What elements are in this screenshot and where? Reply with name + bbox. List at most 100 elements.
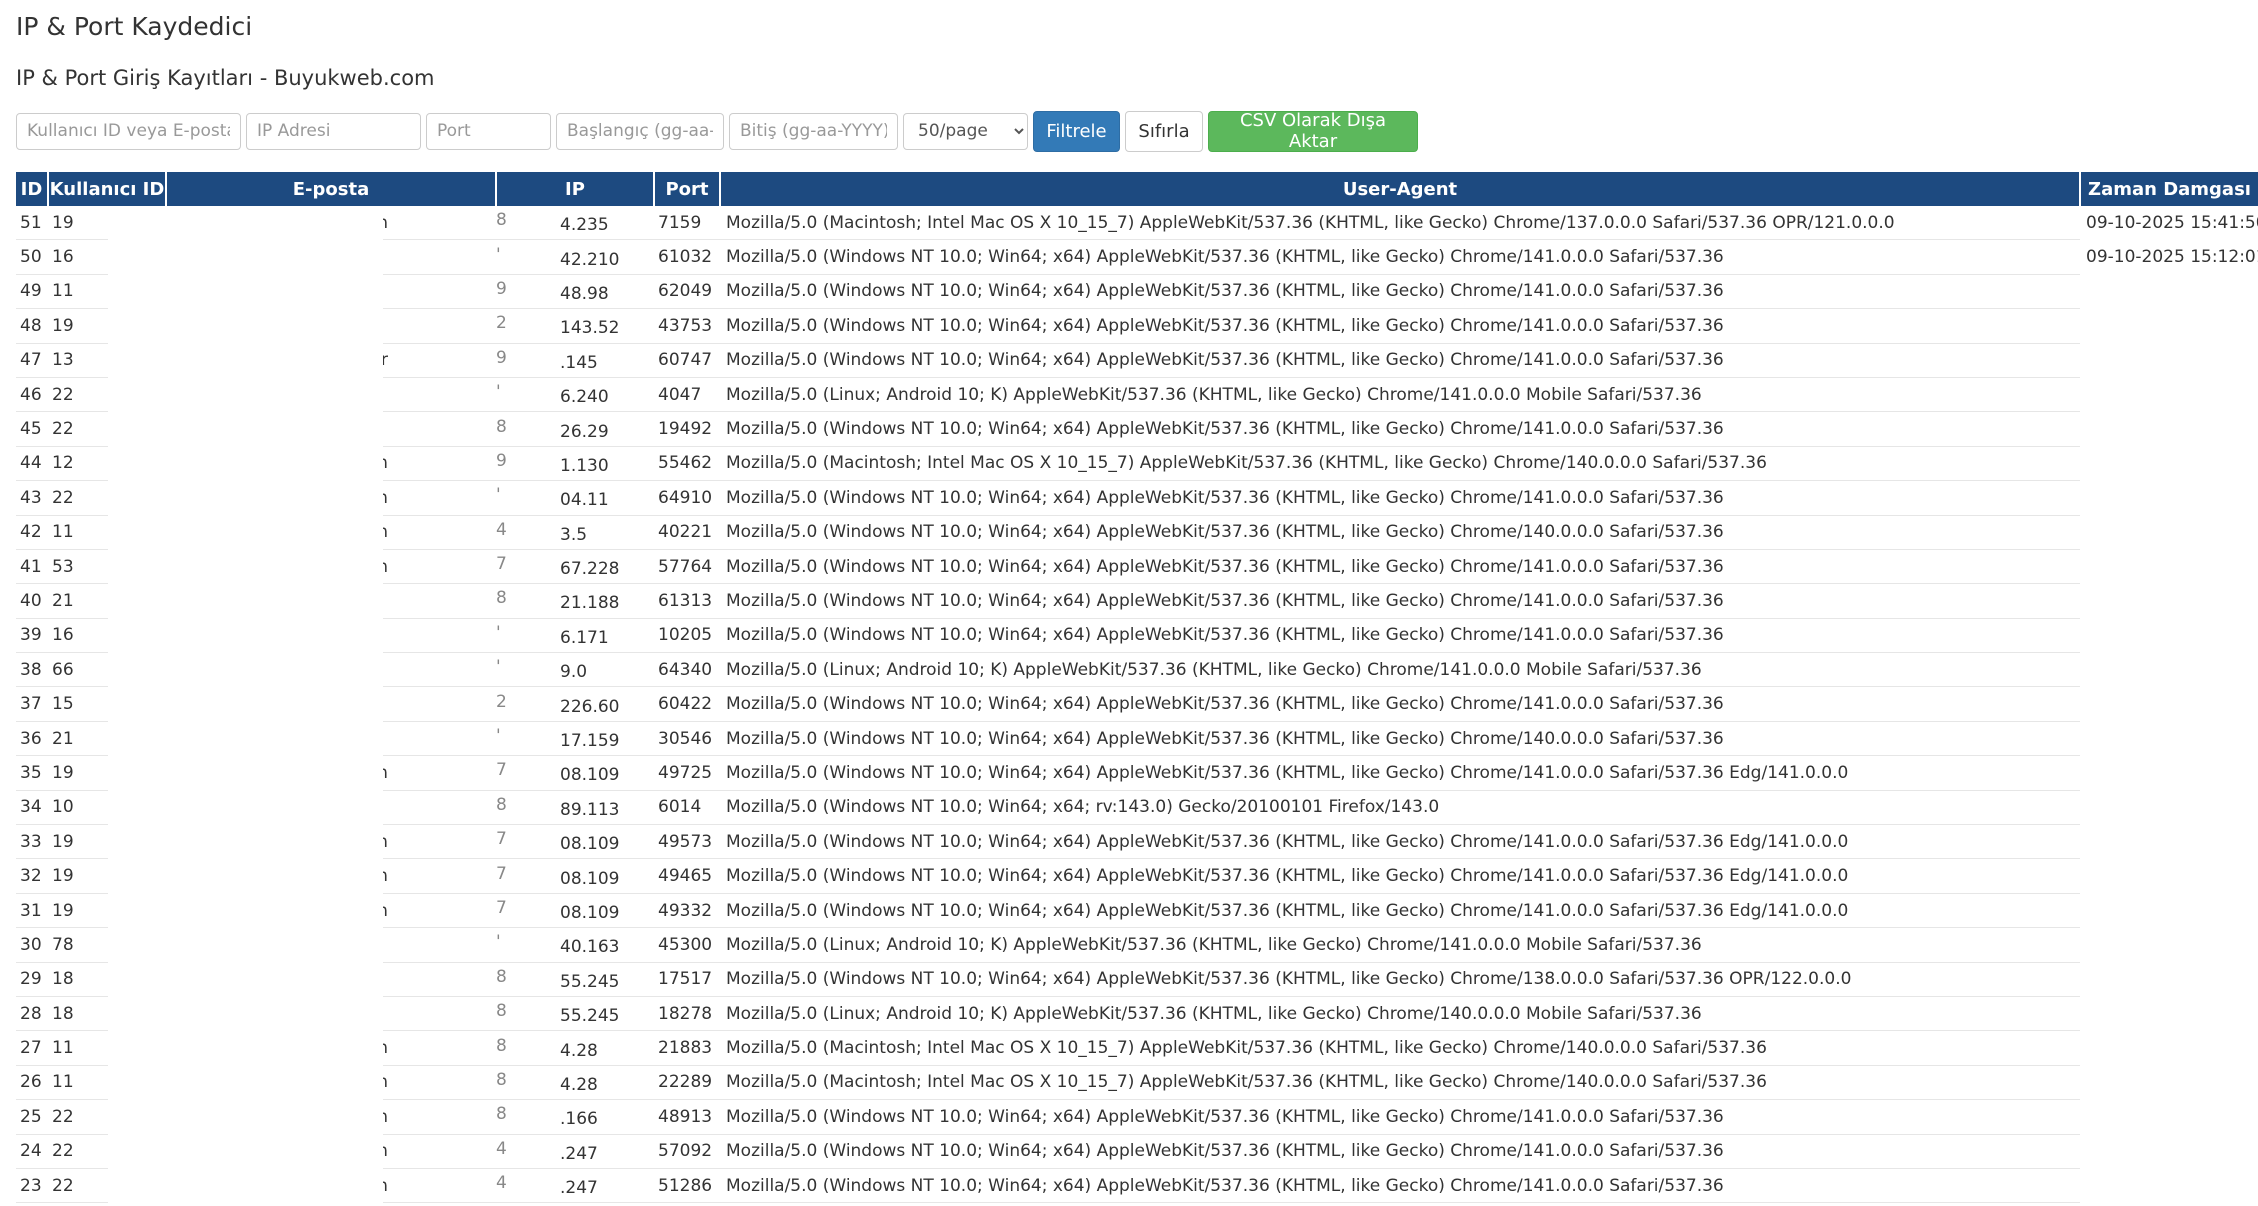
cell-ip-value: 3.5 [560,524,588,545]
cell-user-agent: Mozilla/5.0 (Windows NT 10.0; Win64; x64… [720,824,2080,860]
cell-timestamp [2080,549,2258,583]
cell-timestamp [2080,1100,2258,1134]
cell-id: 24 [16,1134,48,1169]
cell-ip-value: 26.29 [560,421,609,442]
cell-user-agent: Mozilla/5.0 (Windows NT 10.0; Win64; x64… [720,239,2080,275]
cell-ip: ' 6.171 [496,618,654,654]
cell-ip: ' 6.240 [496,377,654,413]
cell-ip-value: .247 [560,1178,598,1199]
cell-id: 45 [16,411,48,447]
ip-filter-input[interactable] [246,112,421,150]
column-header-user-agent[interactable]: User-Agent [719,172,2080,206]
cell-timestamp [2080,343,2258,377]
export-csv-button[interactable]: CSV Olarak Dışa Aktar [1208,110,1418,152]
cell-ip: 8 55.245 [496,996,654,1032]
cell-port: 18278 [654,996,720,1032]
filter-button[interactable]: Filtrele [1033,110,1120,152]
cell-ip-value: .247 [560,1143,598,1164]
cell-ip-value: 143.52 [560,318,620,339]
cell-id: 33 [16,824,48,860]
cell-ip-value: 08.109 [560,903,620,923]
cell-ip-prefix: ' [496,726,501,747]
port-filter-input[interactable] [426,112,551,150]
cell-user-agent: Mozilla/5.0 (Linux; Android 10; K) Apple… [720,652,2080,688]
cell-timestamp [2080,928,2258,962]
cell-ip: 8 4.28 [496,1065,654,1101]
cell-id: 37 [16,686,48,722]
cell-ip: 4 3.5 [496,515,654,550]
cell-ip: 7 08.109 [496,858,654,894]
cell-ip-value: 4.235 [560,215,609,236]
column-header-timestamp[interactable]: Zaman Damgası [2079,172,2258,206]
cell-id: 51 [16,206,48,241]
cell-ip-prefix: 9 [496,278,507,299]
cell-port: 49725 [654,755,720,791]
cell-ip: 8 55.245 [496,962,654,997]
cell-port: 40221 [654,515,720,550]
cell-ip-prefix: 4 [496,519,507,540]
cell-id: 48 [16,308,48,344]
cell-ip-value: 08.109 [560,868,620,889]
cell-ip-value: 21.188 [560,593,620,614]
cell-timestamp [2080,825,2258,859]
end-date-input[interactable] [729,112,898,150]
cell-timestamp [2080,1065,2258,1099]
cell-id: 30 [16,927,48,963]
cell-user-agent: Mozilla/5.0 (Linux; Android 10; K) Apple… [720,927,2080,963]
cell-timestamp [2080,1134,2258,1168]
column-header-port[interactable]: Port [653,172,720,206]
cell-id: 42 [16,515,48,550]
cell-ip-value: 40.163 [560,937,620,958]
cell-id: 23 [16,1168,48,1204]
cell-ip-prefix: ' [496,244,501,265]
cell-ip: 7 67.228 [496,549,654,585]
cell-ip-value: .145 [560,352,598,373]
cell-ip-prefix: 7 [496,760,507,781]
column-header-ip[interactable]: IP [495,172,654,206]
cell-id: 29 [16,962,48,997]
cell-id: 26 [16,1065,48,1101]
cell-user-agent: Mozilla/5.0 (Macintosh; Intel Mac OS X 1… [720,206,2080,241]
cell-ip-prefix: 7 [496,829,507,850]
cell-user-agent: Mozilla/5.0 (Windows NT 10.0; Win64; x64… [720,1168,2080,1204]
cell-user-agent: Mozilla/5.0 (Windows NT 10.0; Win64; x64… [720,686,2080,722]
reset-button[interactable]: Sıfırla [1125,110,1203,152]
cell-ip: 4 .247 [496,1134,654,1169]
cell-port: 60422 [654,686,720,722]
column-header-id[interactable]: ID [16,172,48,206]
table-header-row: ID Kullanıcı ID E-posta IP Port User-Age… [16,172,2258,206]
cell-ip: ' 17.159 [496,721,654,757]
cell-id: 25 [16,1099,48,1135]
cell-port: 48913 [654,1099,720,1135]
cell-ip-value: 6.171 [560,627,609,648]
cell-id: 50 [16,239,48,275]
cell-port: 6014 [654,790,720,826]
cell-id: 32 [16,858,48,894]
start-date-input[interactable] [556,112,724,150]
cell-ip-prefix: 8 [496,1035,507,1056]
cell-user-agent: Mozilla/5.0 (Windows NT 10.0; Win64; x64… [720,549,2080,585]
cell-ip-prefix: ' [496,622,501,643]
column-header-user-id[interactable]: Kullanıcı ID [47,172,166,206]
cell-ip: 8 4.28 [496,1030,654,1066]
cell-port: 57764 [654,549,720,585]
cell-user-agent: Mozilla/5.0 (Windows NT 10.0; Win64; x64… [720,755,2080,791]
page-size-select[interactable]: 50/page [903,112,1028,150]
cell-user-agent: Mozilla/5.0 (Windows NT 10.0; Win64; x64… [720,1099,2080,1135]
cell-id: 38 [16,652,48,688]
cell-user-agent: Mozilla/5.0 (Windows NT 10.0; Win64; x64… [720,411,2080,447]
cell-ip-value: 17.159 [560,731,620,752]
cell-ip-prefix: 2 [496,691,507,712]
cell-ip-prefix: 7 [496,863,507,884]
cell-user-agent: Mozilla/5.0 (Macintosh; Intel Mac OS X 1… [720,446,2080,482]
user-filter-input[interactable] [16,112,241,150]
cell-ip: 7 08.109 [496,893,654,929]
cell-timestamp [2080,446,2258,480]
cell-port: 10205 [654,618,720,654]
cell-timestamp [2080,687,2258,721]
cell-user-agent: Mozilla/5.0 (Windows NT 10.0; Win64; x64… [720,790,2080,826]
cell-ip: 8 4.235 [496,206,654,241]
cell-port: 21883 [654,1030,720,1066]
column-header-email[interactable]: E-posta [165,172,496,206]
cell-timestamp [2080,790,2258,824]
